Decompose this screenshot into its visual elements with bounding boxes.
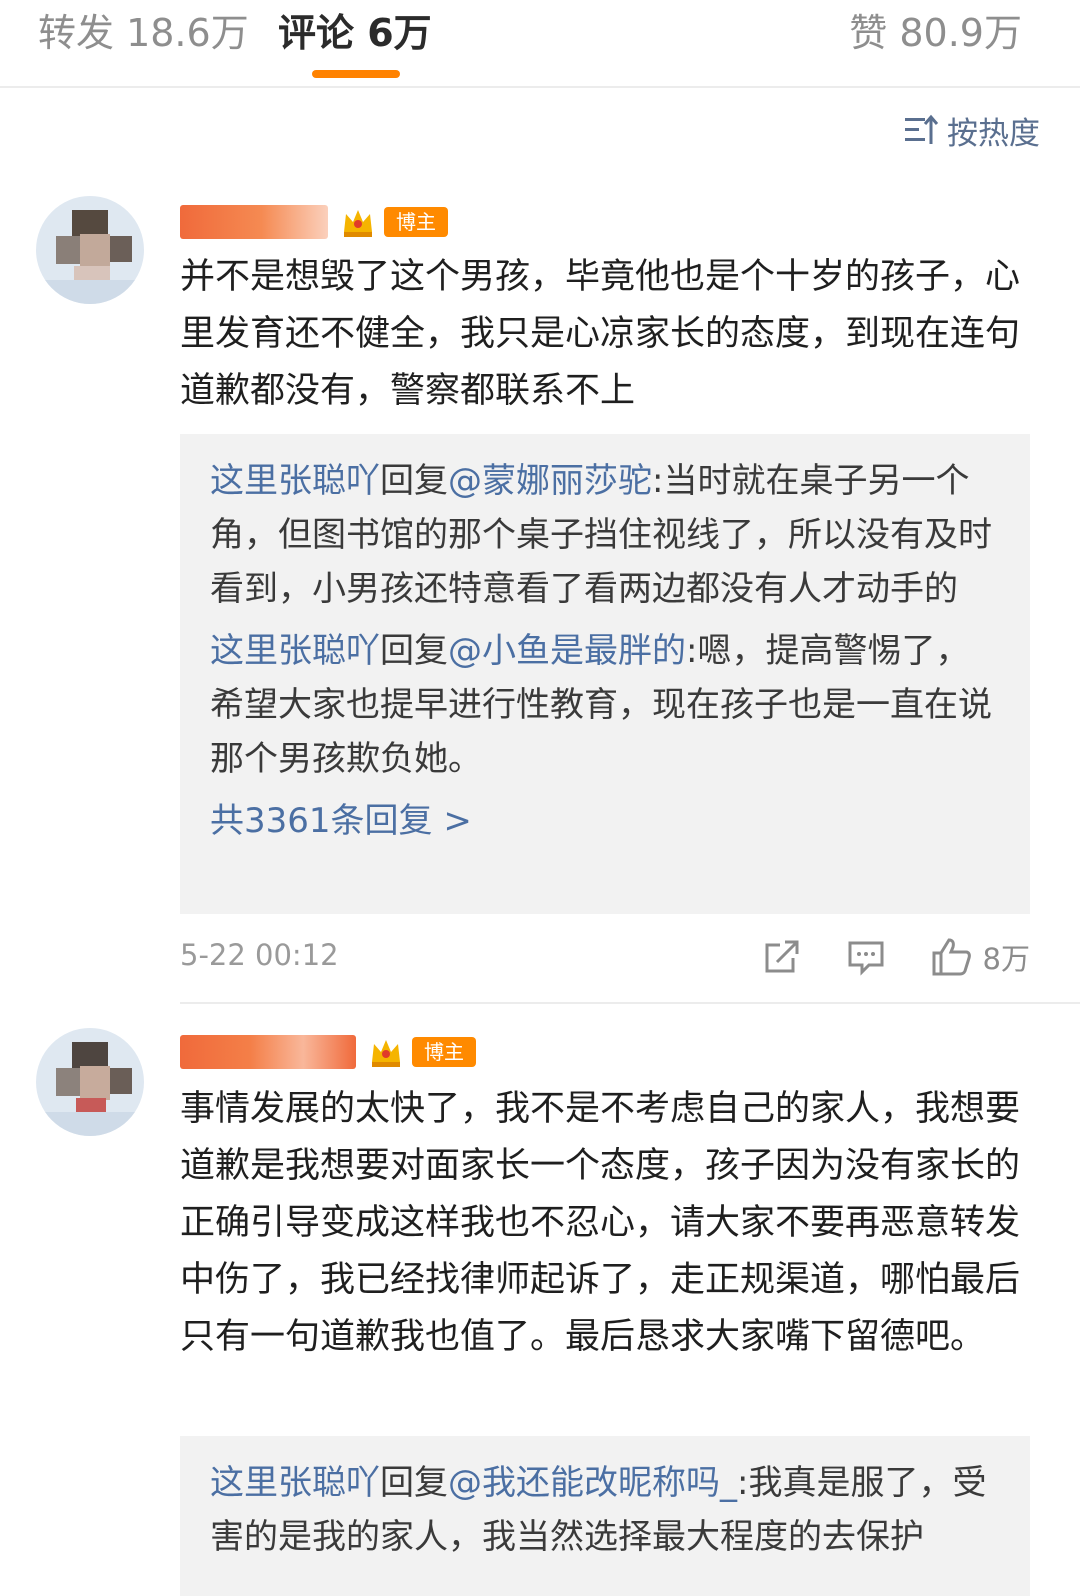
reply-target[interactable]: @小鱼是最胖的 bbox=[448, 631, 686, 671]
tab-likes[interactable]: 赞 80.9万 bbox=[849, 8, 1022, 58]
sort-label: 按热度 bbox=[947, 115, 1040, 152]
comment-time: 5-22 00:12 bbox=[180, 938, 339, 972]
sort-by-hot-button[interactable]: 按热度 bbox=[903, 108, 1040, 152]
comment-text: 并不是想毁了这个男孩，毕竟他也是个十岁的孩子，心里发育还不健全，我只是心凉家长的… bbox=[180, 257, 1021, 411]
comment-text: 事情发展的太快了，我不是不考虑自己的家人，我想要道歉是我想要对面家长一个态度，孩… bbox=[180, 1089, 1021, 1357]
comment-author-row: 博主 bbox=[180, 1026, 476, 1078]
thumbs-up-icon bbox=[932, 938, 971, 976]
reply-target[interactable]: @蒙娜丽莎驼 bbox=[448, 461, 652, 501]
avatar[interactable] bbox=[36, 1028, 144, 1136]
sort-icon bbox=[905, 114, 939, 144]
like-button[interactable]: 8万 bbox=[931, 936, 1030, 978]
author-name-redacted[interactable] bbox=[180, 1035, 356, 1069]
like-count: 8万 bbox=[982, 942, 1030, 976]
reply-preview-box[interactable]: 这里张聪吖回复@蒙娜丽莎驼:当时就在桌子另一个角，但图书馆的那个桌子挡住视线了，… bbox=[180, 434, 1030, 914]
share-button[interactable] bbox=[763, 938, 801, 976]
share-icon bbox=[765, 940, 799, 973]
comment-actions: 8万 bbox=[717, 932, 1030, 982]
tab-reposts[interactable]: 转发 18.6万 bbox=[38, 8, 249, 58]
comment-author-row: 博主 bbox=[180, 196, 448, 248]
tab-comments[interactable]: 评论 6万 bbox=[278, 8, 432, 58]
crown-icon bbox=[372, 1040, 400, 1067]
reply-verb: 回复 bbox=[380, 1463, 448, 1503]
avatar[interactable] bbox=[36, 196, 144, 304]
reply-user[interactable]: 这里张聪吖 bbox=[210, 461, 380, 501]
reply-target[interactable]: @我还能改昵称吗_ bbox=[448, 1463, 737, 1503]
author-name-redacted[interactable] bbox=[180, 205, 328, 239]
author-badge: 博主 bbox=[412, 1037, 476, 1067]
reply-item: 这里张聪吖回复@我还能改昵称吗_:我真是服了，受害的是我的家人，我当然选择最大程… bbox=[210, 1456, 1002, 1564]
reply-preview-box[interactable]: 这里张聪吖回复@我还能改昵称吗_:我真是服了，受害的是我的家人，我当然选择最大程… bbox=[180, 1436, 1030, 1596]
author-badge: 博主 bbox=[384, 207, 448, 237]
reply-user[interactable]: 这里张聪吖 bbox=[210, 1463, 380, 1503]
comment-icon bbox=[848, 941, 884, 976]
reply-item: 这里张聪吖回复@小鱼是最胖的:嗯，提高警惕了，希望大家也提早进行性教育，现在孩子… bbox=[210, 624, 1002, 786]
reply-verb: 回复 bbox=[380, 631, 448, 671]
view-all-replies-link[interactable]: 共3361条回复 > bbox=[210, 794, 1002, 848]
reply-verb: 回复 bbox=[380, 461, 448, 501]
comment-divider bbox=[180, 1002, 1080, 1004]
crown-icon bbox=[344, 210, 372, 237]
tab-bar: 转发 18.6万 评论 6万 赞 80.9万 bbox=[0, 0, 1080, 88]
reply-item: 这里张聪吖回复@蒙娜丽莎驼:当时就在桌子另一个角，但图书馆的那个桌子挡住视线了，… bbox=[210, 454, 1002, 616]
reply-user[interactable]: 这里张聪吖 bbox=[210, 631, 380, 671]
active-tab-indicator bbox=[312, 70, 400, 78]
comment-meta: 5-22 00:12 8万 bbox=[180, 932, 1030, 982]
reply-button[interactable] bbox=[847, 938, 885, 976]
